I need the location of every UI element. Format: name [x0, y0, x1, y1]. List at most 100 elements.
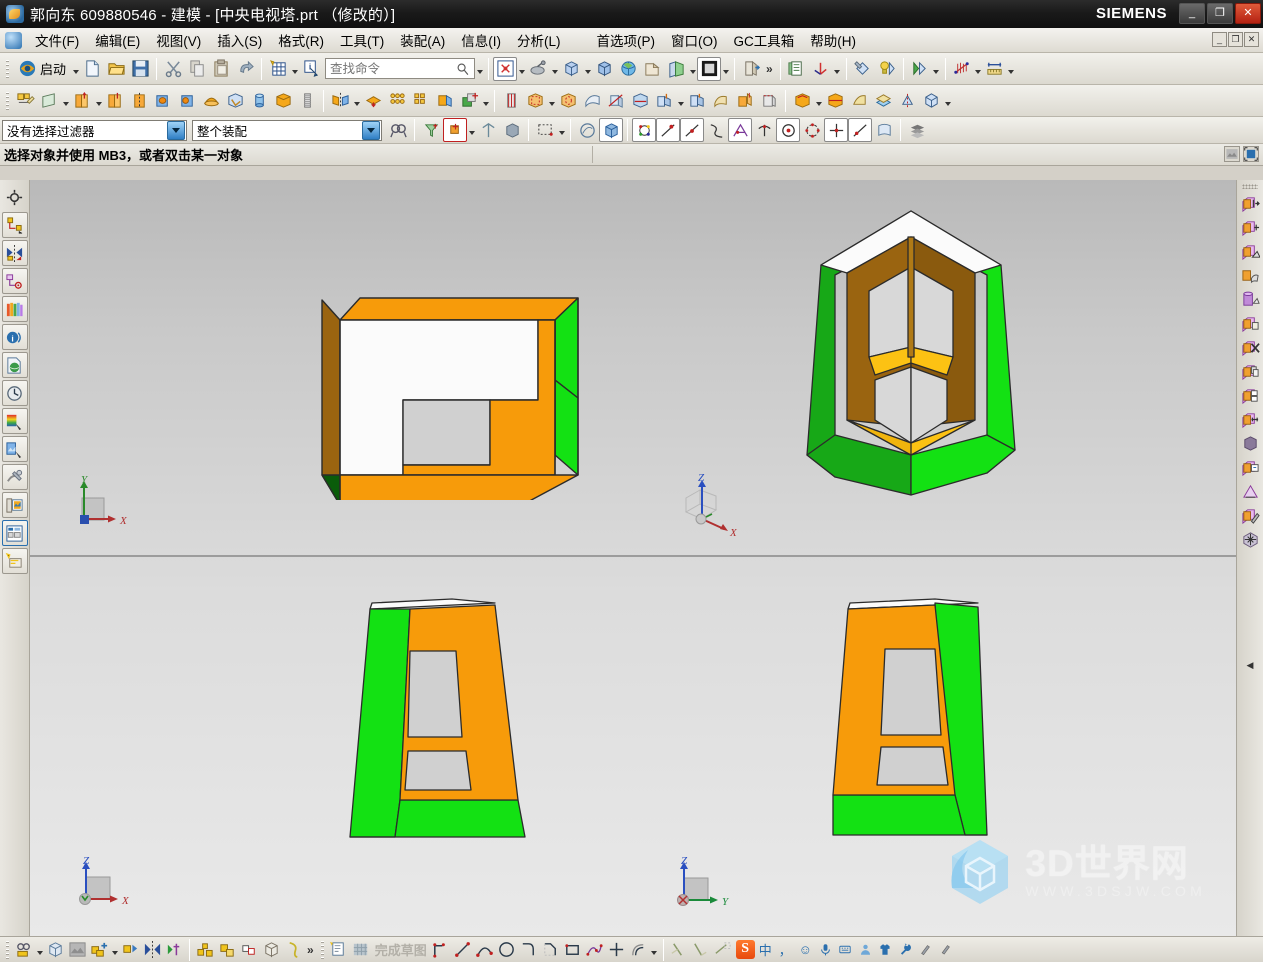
divide-face-icon[interactable] [628, 89, 652, 113]
datum-dropdown-caret[interactable] [61, 89, 70, 113]
ime-more-2[interactable] [936, 940, 955, 959]
zoom-dropdown-caret[interactable] [550, 57, 559, 81]
start-dropdown-caret[interactable] [71, 57, 80, 81]
rotate-cube-icon[interactable] [559, 57, 583, 81]
rrail-move-object[interactable] [1239, 192, 1262, 215]
sidebar-item-roles[interactable] [1, 520, 28, 546]
rectangle-select-icon[interactable] [533, 118, 557, 142]
minimize-button[interactable]: _ [1179, 3, 1205, 24]
snap-dropdown-caret[interactable] [467, 118, 476, 142]
revolve-icon[interactable] [103, 89, 127, 113]
fit-view-icon[interactable] [493, 56, 518, 81]
sidebar-item-new-tab[interactable] [1, 548, 28, 574]
fillet-icon[interactable] [518, 939, 540, 961]
thicken-icon[interactable] [823, 89, 847, 113]
mdi-minimize-button[interactable]: _ [1212, 32, 1227, 47]
menu-tools[interactable]: 工具(T) [332, 27, 392, 53]
rrail-resize-length[interactable] [1239, 408, 1262, 431]
collapse-left-icon[interactable]: ◀ [1247, 660, 1254, 671]
find-dropdown-caret[interactable] [475, 57, 484, 81]
point-on-curve-icon[interactable] [848, 118, 872, 142]
axis-body-icon[interactable] [895, 89, 919, 113]
sketch-caret[interactable] [35, 938, 44, 962]
toolbar-overflow-chevron[interactable]: » [763, 62, 776, 76]
isometric-view-icon[interactable] [592, 57, 616, 81]
open-folder-icon[interactable] [104, 57, 128, 81]
datum-plane-icon[interactable] [37, 89, 61, 113]
perspective-globe-icon[interactable] [616, 57, 640, 81]
mirror-feature-icon[interactable] [328, 89, 352, 113]
draft-icon[interactable] [757, 89, 781, 113]
menu-file[interactable]: 文件(F) [27, 27, 87, 53]
sketch-icon[interactable] [13, 89, 37, 113]
sidebar-item-constraint-navigator[interactable] [1, 240, 28, 266]
rrail-offset-region[interactable] [1239, 384, 1262, 407]
menu-help[interactable]: 帮助(H) [802, 27, 864, 53]
toolbar-grip[interactable] [5, 89, 10, 112]
selection-scope-combo[interactable]: 整个装配 [192, 119, 382, 141]
grid-display-icon[interactable] [350, 939, 372, 961]
ime-punctuation[interactable]: ， [776, 940, 795, 959]
menu-format[interactable]: 格式(R) [270, 27, 332, 53]
bottom-grip[interactable] [5, 938, 10, 961]
toolbar-grip[interactable] [5, 57, 10, 80]
restore-button[interactable]: ❐ [1207, 3, 1233, 24]
measure-distance-icon[interactable] [983, 57, 1007, 81]
measure-dropdown-caret[interactable] [1007, 57, 1016, 81]
chevron-down-icon[interactable] [167, 120, 185, 140]
solid-body-icon[interactable] [599, 118, 623, 142]
arc-center-icon[interactable] [752, 118, 776, 142]
sidebar-item-system-scenes[interactable] [1, 436, 28, 462]
graphics-viewport[interactable]: Y X Z X Z X Z Y 3D世界网 WWW.3DSJW.COM [30, 180, 1236, 936]
grid-dropdown-caret[interactable] [290, 57, 299, 81]
boolean-dropdown-caret[interactable] [481, 89, 490, 113]
sketch-curve-caret[interactable] [650, 938, 659, 962]
shell-icon[interactable] [790, 89, 814, 113]
make-corner-icon[interactable] [712, 939, 734, 961]
surface-icon[interactable] [580, 89, 604, 113]
curve-analysis-icon[interactable] [950, 57, 974, 81]
pattern-geometry-icon[interactable] [409, 89, 433, 113]
circle-center-icon[interactable] [776, 118, 800, 142]
circle-icon[interactable] [496, 939, 518, 961]
sketch-task-icon[interactable] [328, 939, 350, 961]
sketch-in-task-icon[interactable] [13, 939, 35, 961]
rectangle-icon[interactable] [562, 939, 584, 961]
background-dropdown-caret[interactable] [721, 57, 730, 81]
rrail-resize-blend[interactable] [1239, 288, 1262, 311]
shaded-select-icon[interactable] [575, 118, 599, 142]
point-on-line-icon[interactable] [656, 118, 680, 142]
wcs-axis-icon[interactable] [809, 57, 833, 81]
sidebar-item-part-navigator[interactable] [1, 268, 28, 294]
geometry-analysis-icon[interactable] [908, 57, 932, 81]
sketch-toolbar-grip[interactable] [319, 938, 325, 961]
search-input[interactable] [330, 61, 457, 76]
offset-face-icon[interactable] [433, 89, 457, 113]
grid-snap-icon[interactable] [266, 57, 290, 81]
model-top-right[interactable] [785, 195, 1045, 505]
model-top-left[interactable] [300, 220, 600, 500]
paste-icon[interactable] [209, 57, 233, 81]
block-icon[interactable] [271, 89, 295, 113]
snap-point-icon[interactable] [443, 118, 467, 142]
ime-user[interactable] [856, 940, 875, 959]
chamfer-icon[interactable] [733, 89, 757, 113]
bridge-curve-icon[interactable] [652, 89, 676, 113]
profile-icon[interactable] [430, 939, 452, 961]
target-crosshair-icon[interactable] [2, 184, 28, 210]
rotate-dropdown-caret[interactable] [583, 57, 592, 81]
control-point-icon[interactable] [704, 118, 728, 142]
boss-icon[interactable] [175, 89, 199, 113]
menu-information[interactable]: 信息(I) [453, 27, 509, 53]
cut-scissors-icon[interactable] [161, 57, 185, 81]
zoom-pan-icon[interactable] [526, 57, 550, 81]
menu-assemblies[interactable]: 装配(A) [392, 27, 453, 53]
rrail-replace-face[interactable] [1239, 312, 1262, 335]
point-icon[interactable] [606, 939, 628, 961]
wave-geometry-icon[interactable] [238, 939, 260, 961]
quadrant-point-icon[interactable] [800, 118, 824, 142]
snapshot-icon[interactable] [1224, 146, 1240, 162]
sidebar-item-web-browser[interactable] [1, 352, 28, 378]
layer-settings-icon[interactable] [905, 118, 929, 142]
trim-body-icon[interactable] [604, 89, 628, 113]
